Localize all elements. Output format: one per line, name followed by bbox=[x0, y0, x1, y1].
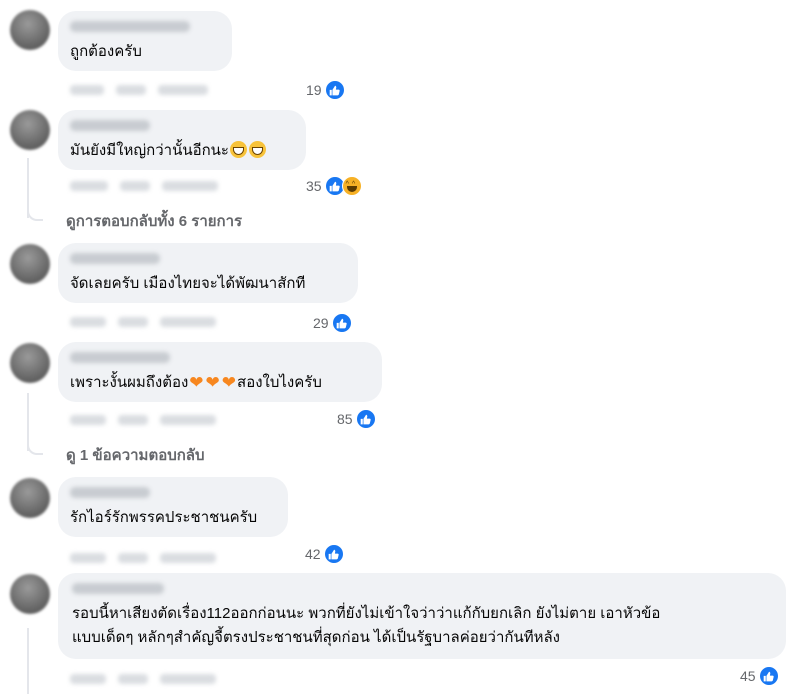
timestamp[interactable] bbox=[70, 181, 108, 191]
comment-text: เพราะงั้นผมถึงต้อง❤ ❤ ❤สองใบไงครับ bbox=[70, 373, 322, 392]
thread-line bbox=[27, 628, 29, 694]
avatar[interactable] bbox=[10, 110, 50, 150]
reaction-count: 42 bbox=[305, 546, 321, 562]
orange-heart-emoji: ❤ bbox=[189, 373, 204, 392]
avatar[interactable] bbox=[10, 478, 50, 518]
like-reaction-icon bbox=[324, 80, 345, 100]
comment-text: ถูกต้องครับ bbox=[70, 43, 142, 60]
thread-hook bbox=[27, 207, 43, 221]
reply-action[interactable] bbox=[160, 553, 216, 563]
reply-action[interactable] bbox=[162, 181, 218, 191]
reaction-summary[interactable]: 35 ^^ bbox=[306, 176, 362, 196]
like-reaction-icon bbox=[323, 544, 344, 564]
like-reaction-icon bbox=[331, 313, 352, 333]
timestamp[interactable] bbox=[70, 415, 106, 425]
orange-heart-emoji: ❤ bbox=[205, 373, 220, 392]
comment-actions bbox=[70, 82, 270, 100]
author-name[interactable] bbox=[72, 583, 164, 594]
reaction-count: 45 bbox=[740, 668, 756, 684]
view-replies-link[interactable]: ดู 1 ข้อความตอบกลับ bbox=[66, 443, 205, 467]
comment-bubble: ถูกต้องครับ bbox=[58, 11, 232, 71]
comment-bubble: มันยังมีใหญ่กว่านั้นอีกนะ bbox=[58, 110, 306, 170]
orange-heart-emoji: ❤ bbox=[221, 373, 237, 392]
author-name[interactable] bbox=[70, 21, 190, 32]
view-replies-link[interactable]: ดูการตอบกลับทั้ง 6 รายการ bbox=[66, 209, 242, 233]
reaction-summary[interactable]: 42 bbox=[305, 544, 344, 564]
reaction-summary[interactable]: 45 bbox=[740, 666, 779, 686]
comment-text: รักไอร์รักพรรคประชาชนครับ bbox=[70, 509, 258, 526]
timestamp[interactable] bbox=[70, 85, 104, 95]
reply-action[interactable] bbox=[160, 674, 216, 684]
comment-bubble: เพราะงั้นผมถึงต้อง❤ ❤ ❤สองใบไงครับ bbox=[58, 342, 382, 402]
like-reaction-icon bbox=[758, 666, 779, 686]
comment-bubble: จัดเลยครับ เมืองไทยจะได้พัฒนาสักที bbox=[58, 243, 358, 303]
comment-actions bbox=[70, 412, 290, 430]
like-action[interactable] bbox=[118, 317, 148, 327]
reaction-count: 85 bbox=[337, 411, 353, 427]
like-action[interactable] bbox=[116, 85, 146, 95]
like-action[interactable] bbox=[118, 415, 148, 425]
author-name[interactable] bbox=[70, 487, 150, 498]
comment-actions bbox=[70, 314, 290, 332]
reaction-count: 29 bbox=[313, 315, 329, 331]
grinning-face-emoji bbox=[229, 141, 247, 158]
avatar[interactable] bbox=[10, 244, 50, 284]
reaction-summary[interactable]: 19 bbox=[306, 80, 345, 100]
reaction-count: 19 bbox=[306, 82, 322, 98]
reaction-summary[interactable]: 85 bbox=[337, 409, 376, 429]
reply-action[interactable] bbox=[160, 317, 216, 327]
like-action[interactable] bbox=[120, 181, 150, 191]
timestamp[interactable] bbox=[70, 317, 106, 327]
haha-reaction-icon: ^^ bbox=[341, 176, 362, 196]
author-name[interactable] bbox=[70, 253, 160, 264]
grinning-face-emoji bbox=[248, 141, 266, 158]
author-name[interactable] bbox=[70, 120, 150, 131]
comment-actions bbox=[70, 671, 290, 689]
like-action[interactable] bbox=[118, 553, 148, 563]
like-action[interactable] bbox=[118, 674, 148, 684]
comment-actions bbox=[70, 550, 290, 568]
comment-text-line-1: รอบนี้หาเสียงตัดเรื่อง112ออกก่อนนะ พวกที… bbox=[72, 605, 661, 622]
reaction-count: 35 bbox=[306, 178, 322, 194]
like-reaction-icon bbox=[355, 409, 376, 429]
comment-text-line-2: แบบเด็ดๆ หลักๆสำคัญจี้ตรงประชาชนที่สุดก่… bbox=[72, 629, 560, 646]
reply-action[interactable] bbox=[160, 415, 216, 425]
avatar[interactable] bbox=[10, 10, 50, 50]
reply-action[interactable] bbox=[158, 85, 208, 95]
avatar[interactable] bbox=[10, 343, 50, 383]
timestamp[interactable] bbox=[70, 674, 106, 684]
timestamp[interactable] bbox=[70, 553, 106, 563]
comment-actions bbox=[70, 178, 290, 196]
comment-bubble: รอบนี้หาเสียงตัดเรื่อง112ออกก่อนนะ พวกที… bbox=[58, 573, 786, 659]
thread-hook bbox=[27, 441, 43, 455]
comment-bubble: รักไอร์รักพรรคประชาชนครับ bbox=[58, 477, 288, 537]
author-name[interactable] bbox=[70, 352, 170, 363]
avatar[interactable] bbox=[10, 574, 50, 614]
comment-text: มันยังมีใหญ่กว่านั้นอีกนะ bbox=[70, 140, 267, 162]
comment-text: จัดเลยครับ เมืองไทยจะได้พัฒนาสักที bbox=[70, 275, 306, 292]
reaction-summary[interactable]: 29 bbox=[313, 313, 352, 333]
